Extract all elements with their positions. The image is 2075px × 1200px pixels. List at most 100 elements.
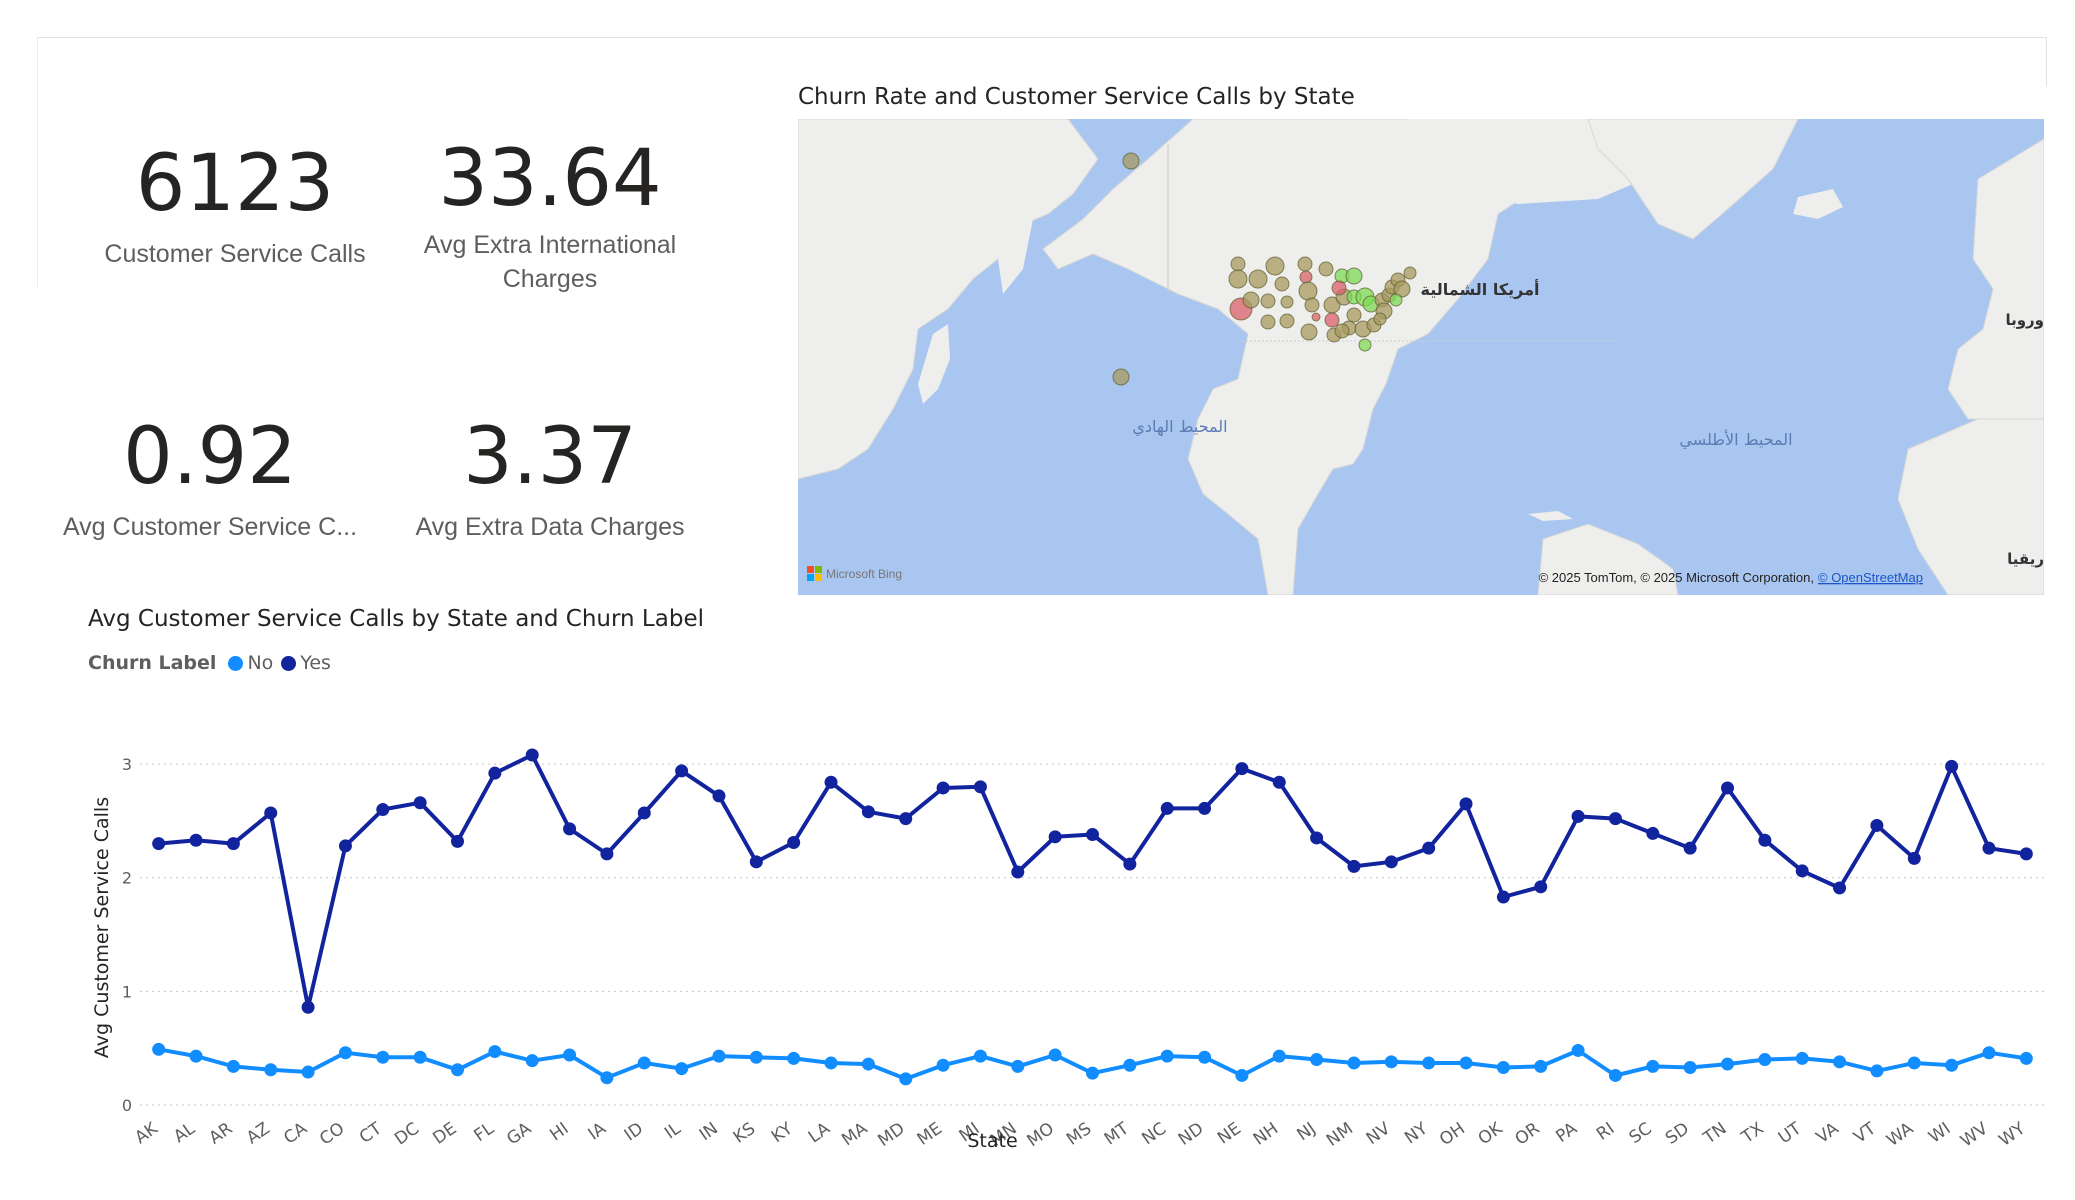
data-point-yes[interactable] xyxy=(1384,855,1398,869)
data-point-yes[interactable] xyxy=(600,847,614,861)
state-bubble[interactable] xyxy=(1274,276,1290,292)
data-point-yes[interactable] xyxy=(1496,890,1510,904)
data-point-yes[interactable] xyxy=(1646,826,1660,840)
state-bubble[interactable] xyxy=(1260,314,1276,330)
state-bubble[interactable] xyxy=(1324,312,1340,328)
series-line-yes[interactable] xyxy=(158,753,2027,1010)
data-point-no[interactable] xyxy=(899,1072,913,1086)
data-point-no[interactable] xyxy=(1123,1058,1137,1072)
state-bubble[interactable] xyxy=(1403,266,1417,280)
data-point-yes[interactable] xyxy=(1758,833,1772,847)
data-point-yes[interactable] xyxy=(973,780,987,794)
data-point-no[interactable] xyxy=(1048,1048,1062,1062)
data-point-no[interactable] xyxy=(1310,1053,1324,1067)
data-point-yes[interactable] xyxy=(899,812,913,826)
data-point-yes[interactable] xyxy=(1945,759,1959,773)
data-point-no[interactable] xyxy=(301,1065,315,1079)
state-bubble[interactable] xyxy=(1318,261,1334,277)
data-point-no[interactable] xyxy=(1795,1051,1809,1065)
data-point-yes[interactable] xyxy=(301,1000,315,1014)
data-point-yes[interactable] xyxy=(1534,880,1548,894)
data-point-yes[interactable] xyxy=(563,822,577,836)
data-point-yes[interactable] xyxy=(1608,812,1622,826)
data-point-yes[interactable] xyxy=(1833,881,1847,895)
data-point-no[interactable] xyxy=(1907,1056,1921,1070)
data-point-yes[interactable] xyxy=(637,806,651,820)
data-point-no[interactable] xyxy=(189,1049,203,1063)
data-point-no[interactable] xyxy=(1198,1050,1212,1064)
state-bubble[interactable] xyxy=(1112,368,1130,386)
data-point-yes[interactable] xyxy=(1459,797,1473,811)
state-bubble[interactable] xyxy=(1304,297,1320,313)
state-bubble[interactable] xyxy=(1358,338,1372,352)
data-point-yes[interactable] xyxy=(1198,801,1212,815)
data-point-no[interactable] xyxy=(1982,1046,1996,1060)
openstreetmap-link[interactable]: © OpenStreetMap xyxy=(1818,570,1923,585)
data-point-no[interactable] xyxy=(1608,1068,1622,1082)
data-point-no[interactable] xyxy=(1086,1066,1099,1080)
data-point-no[interactable] xyxy=(1683,1061,1697,1074)
data-point-no[interactable] xyxy=(787,1051,801,1065)
data-point-yes[interactable] xyxy=(1795,864,1809,878)
legend-item-yes[interactable]: Yes xyxy=(281,652,331,674)
state-bubble[interactable] xyxy=(1228,269,1248,289)
data-point-no[interactable] xyxy=(1534,1059,1548,1073)
data-point-yes[interactable] xyxy=(1347,859,1361,873)
map-visual[interactable]: أمريكا الشمالية المحيط الهادي المحيط الأ… xyxy=(798,119,2044,595)
kpi-card-avg-extra-international-charges[interactable]: 33.64 Avg Extra International Charges xyxy=(405,140,695,296)
state-bubble[interactable] xyxy=(1248,269,1268,289)
data-point-yes[interactable] xyxy=(525,748,539,762)
state-bubble[interactable] xyxy=(1279,313,1295,329)
state-bubble[interactable] xyxy=(1373,312,1387,326)
data-point-no[interactable] xyxy=(1721,1057,1734,1071)
data-point-yes[interactable] xyxy=(451,834,464,848)
data-point-yes[interactable] xyxy=(861,805,875,819)
state-bubble[interactable] xyxy=(1265,256,1285,276)
data-point-no[interactable] xyxy=(1646,1059,1660,1073)
data-point-no[interactable] xyxy=(1235,1068,1249,1082)
data-point-no[interactable] xyxy=(1160,1049,1174,1063)
state-bubble[interactable] xyxy=(1299,270,1313,284)
data-point-no[interactable] xyxy=(2019,1051,2033,1065)
data-point-yes[interactable] xyxy=(1721,781,1734,795)
state-bubble[interactable] xyxy=(1280,295,1294,309)
data-point-no[interactable] xyxy=(451,1063,464,1077)
data-point-no[interactable] xyxy=(600,1071,614,1085)
state-bubble[interactable] xyxy=(1122,152,1140,170)
data-point-yes[interactable] xyxy=(1571,809,1585,823)
state-bubble[interactable] xyxy=(1311,312,1321,322)
data-point-yes[interactable] xyxy=(1982,841,1996,855)
data-point-yes[interactable] xyxy=(1235,762,1249,776)
data-point-yes[interactable] xyxy=(1123,857,1137,871)
state-bubble[interactable] xyxy=(1346,307,1362,323)
legend-item-no[interactable]: No xyxy=(228,652,273,674)
data-point-yes[interactable] xyxy=(1422,841,1436,855)
data-point-yes[interactable] xyxy=(1907,851,1921,865)
data-point-yes[interactable] xyxy=(1870,818,1884,832)
data-point-yes[interactable] xyxy=(1086,828,1099,842)
state-bubble[interactable] xyxy=(1230,256,1246,272)
data-point-yes[interactable] xyxy=(712,789,726,803)
data-point-no[interactable] xyxy=(338,1046,352,1060)
data-point-no[interactable] xyxy=(488,1045,502,1059)
data-point-no[interactable] xyxy=(936,1058,950,1072)
data-point-no[interactable] xyxy=(1945,1058,1959,1072)
data-point-yes[interactable] xyxy=(824,775,838,789)
data-point-yes[interactable] xyxy=(1048,830,1062,844)
kpi-card-customer-service-calls[interactable]: 6123 Customer Service Calls xyxy=(90,145,380,271)
data-point-no[interactable] xyxy=(1272,1049,1286,1063)
data-point-yes[interactable] xyxy=(1272,775,1286,789)
data-point-yes[interactable] xyxy=(264,806,278,820)
data-point-no[interactable] xyxy=(1011,1059,1025,1073)
data-point-no[interactable] xyxy=(1833,1055,1847,1069)
data-point-no[interactable] xyxy=(226,1059,240,1073)
data-point-no[interactable] xyxy=(1384,1055,1398,1069)
data-point-yes[interactable] xyxy=(1011,865,1025,879)
state-bubble[interactable] xyxy=(1298,281,1318,301)
data-point-yes[interactable] xyxy=(338,839,352,853)
data-point-yes[interactable] xyxy=(787,836,801,849)
data-point-yes[interactable] xyxy=(376,803,390,817)
data-point-no[interactable] xyxy=(749,1050,763,1064)
data-point-no[interactable] xyxy=(675,1062,689,1076)
state-bubble[interactable] xyxy=(1297,256,1313,272)
